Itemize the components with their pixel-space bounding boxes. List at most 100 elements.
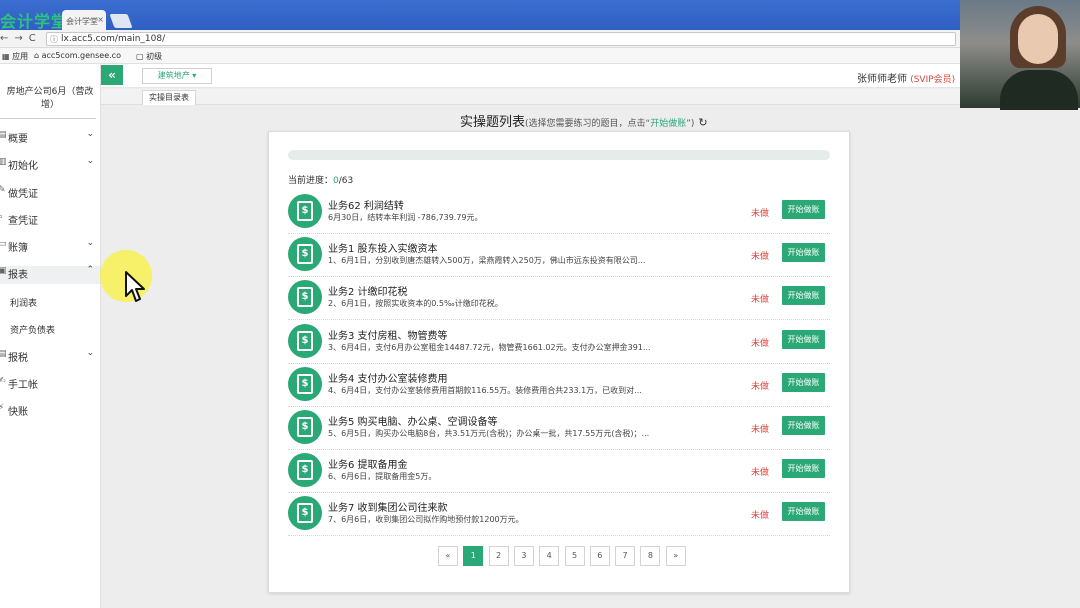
sidebar-subitem-income-statement[interactable]: 利润表	[10, 296, 37, 309]
status-badge: 未做	[751, 252, 770, 263]
user-info[interactable]: 张师师老师 (SVIP会员)	[857, 70, 955, 85]
status-badge: 未做	[751, 295, 770, 306]
sidebar-item-label: 查凭证	[8, 216, 38, 227]
task-title[interactable]: 业务62 利润结转	[328, 197, 404, 212]
progress-total: /63	[338, 176, 354, 186]
start-task-button[interactable]: 开始做账	[782, 329, 825, 349]
task-desc: 5、6月5日，购买办公电脑8台，共3.51万元(含税)；办公桌一批，共17.55…	[328, 429, 650, 438]
task-title[interactable]: 业务2 计缴印花税	[328, 283, 408, 298]
pager-page[interactable]: 1	[463, 546, 484, 566]
task-row: $ 业务7 收到集团公司往来款 7、6月6日，收到集团公司拟作购地预付款1200万元…	[288, 493, 830, 537]
tax-icon: ▤	[0, 349, 7, 359]
sidebar-item-init[interactable]: ▥ 初始化 ⌄	[0, 156, 100, 175]
url-text: lx.acc5.com/main_108/	[61, 34, 166, 44]
voucher-icon: $	[288, 453, 322, 488]
task-title[interactable]: 业务5 购买电脑、办公桌、空调设备等	[328, 413, 498, 428]
start-task-button[interactable]: 开始做账	[782, 286, 825, 306]
task-desc: 6月30日，结转本年利润 -786,739.79元。	[328, 213, 483, 222]
start-task-button[interactable]: 开始做账	[782, 502, 825, 522]
task-desc: 1、6月1日，分别收到唐杰雄转入500万，梁燕霞转入250万，佛山市远东投资有限…	[328, 256, 646, 266]
sidebar-item-label: 概要	[8, 134, 28, 145]
hint-action: 开始做账	[650, 119, 687, 129]
status-badge: 未做	[751, 209, 770, 219]
nav-buttons: ←→C	[0, 33, 42, 44]
voucher-icon: $	[288, 496, 322, 531]
bookmark-gensee[interactable]: ⌂ acc5com.gensee.co	[34, 51, 121, 60]
task-desc: 6、6月6日，提取备用金5万。	[328, 472, 437, 482]
report-icon: ▣	[0, 266, 7, 276]
sidebar-subitem-balance-sheet[interactable]: 资产负债表	[10, 323, 55, 336]
dollar-doc-icon: $	[297, 373, 313, 394]
voucher-icon: $	[288, 410, 322, 444]
dollar-doc-icon: $	[297, 330, 313, 351]
sidebar-item-reports[interactable]: ▣ 报表 ⌃	[0, 265, 100, 284]
pager-next[interactable]: »	[665, 546, 686, 566]
task-title[interactable]: 业务3 支付房租、物管费等	[328, 327, 448, 342]
task-title[interactable]: 业务4 支付办公室装修费用	[328, 370, 448, 385]
pager-page[interactable]: 7	[615, 546, 636, 566]
collapse-sidebar-button[interactable]: «	[101, 65, 123, 85]
refresh-icon[interactable]: ↻	[698, 116, 707, 129]
address-bar-row: ←→C ⓘ lx.acc5.com/main_108/	[0, 30, 960, 48]
sidebar-item-make-voucher[interactable]: ✎ 做凭证	[0, 185, 100, 203]
voucher-icon: $	[288, 280, 322, 315]
start-task-button[interactable]: 开始做账	[782, 416, 825, 435]
bookmark-folder[interactable]: ▢ 初级	[136, 51, 162, 62]
pager-page[interactable]: 8	[640, 546, 661, 566]
sidebar-item-overview[interactable]: ▤ 概要 ⌄	[0, 129, 100, 148]
chevron-down-icon: ⌄	[86, 238, 94, 248]
browser-titlebar: 会计学堂 会计学堂 ×	[0, 0, 1080, 31]
site-logo: 会计学堂	[0, 12, 69, 31]
progress-bar	[288, 150, 830, 160]
info-icon[interactable]: ⓘ	[50, 34, 58, 45]
start-task-button[interactable]: 开始做账	[782, 459, 825, 479]
apps-icon: ▦	[2, 52, 13, 61]
panel-title-text: 实操题列表	[460, 115, 526, 130]
bookmark-apps[interactable]: ▦ 应用	[2, 51, 28, 62]
task-desc: 4、6月4日，支付办公室装修费用首期款116.55万。装修费用合共233.1万，…	[328, 385, 642, 395]
reload-icon[interactable]: C	[29, 33, 42, 44]
sidebar-item-quick-ledger[interactable]: ⚡ 快账	[0, 403, 100, 421]
grid-icon: ▤	[0, 130, 7, 140]
status-badge: 未做	[751, 338, 770, 349]
task-title[interactable]: 业务6 提取备用金	[328, 456, 408, 471]
pager-page[interactable]: 5	[564, 546, 585, 566]
chevron-down-icon: ⌄	[86, 156, 94, 166]
url-input[interactable]: ⓘ lx.acc5.com/main_108/	[46, 32, 956, 46]
back-icon[interactable]: ←	[0, 33, 14, 44]
tab-close-icon[interactable]: ×	[97, 15, 104, 24]
new-tab-button[interactable]	[109, 14, 133, 28]
sidebar-item-tax[interactable]: ▤ 报税 ⌄	[0, 348, 100, 367]
pager-page[interactable]: 3	[513, 546, 534, 566]
pager-page[interactable]: 2	[488, 546, 509, 566]
sidebar-item-label: 报表	[8, 270, 28, 281]
task-desc: 2、6月1日，按照实收资本的0.5‰计缴印花税。	[328, 299, 503, 309]
sidebar-item-ledger[interactable]: ▭ 账簿 ⌄	[0, 238, 100, 257]
presenter-body	[1000, 70, 1078, 110]
task-title[interactable]: 业务1 股东投入实缴资本	[328, 240, 438, 255]
sidebar-item-check-voucher[interactable]: ⌕ 查凭证	[0, 212, 100, 230]
pager-page[interactable]: 6	[589, 546, 610, 566]
browser-tab[interactable]: 会计学堂 ×	[62, 10, 106, 30]
tab-practice-catalog[interactable]: 实操目录表	[142, 90, 196, 105]
chevron-down-icon: ⌄	[86, 129, 94, 139]
task-title[interactable]: 业务7 收到集团公司往来款	[328, 499, 448, 514]
dollar-doc-icon: $	[297, 201, 313, 221]
mouse-cursor-icon	[125, 271, 145, 302]
presenter-face	[1018, 14, 1058, 64]
pager-page[interactable]: 4	[539, 546, 560, 566]
pen-icon: ✎	[0, 185, 6, 195]
start-task-button[interactable]: 开始做账	[782, 243, 825, 263]
forward-icon[interactable]: →	[14, 33, 28, 44]
pager-prev[interactable]: «	[438, 546, 458, 566]
task-desc: 7、6月6日，收到集团公司拟作购地预付款1200万元。	[328, 515, 524, 525]
book-icon: ▭	[0, 239, 7, 249]
status-badge: 未做	[751, 381, 770, 392]
voucher-icon: $	[288, 323, 322, 358]
dollar-doc-icon: $	[297, 460, 313, 481]
sidebar-item-manual-ledger[interactable]: ✍ 手工帐	[0, 376, 100, 394]
voucher-icon: $	[288, 237, 322, 272]
start-task-button[interactable]: 开始做账	[782, 200, 825, 219]
start-task-button[interactable]: 开始做账	[782, 372, 825, 392]
industry-select[interactable]: 建筑地产 ▾	[142, 68, 212, 84]
